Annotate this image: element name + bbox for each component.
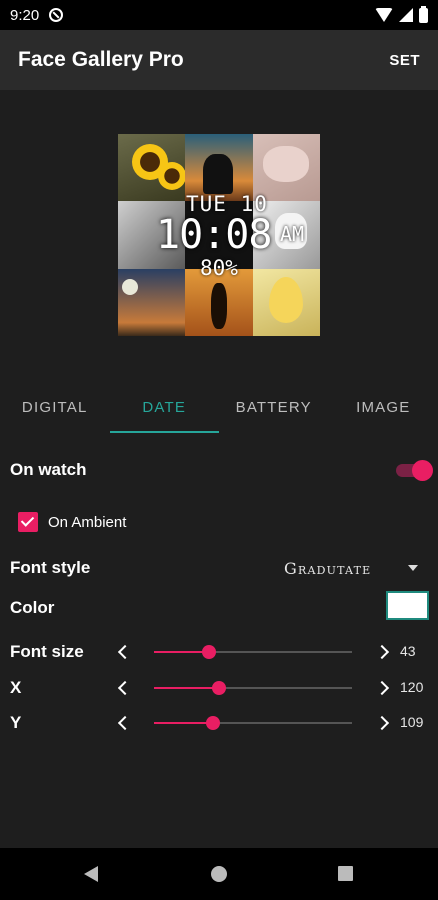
slider-fill [154, 687, 220, 689]
photo-tile [118, 201, 186, 269]
on-ambient-checkbox[interactable] [18, 512, 38, 532]
app-title: Face Gallery Pro [18, 48, 184, 71]
slider-fill [154, 651, 210, 653]
tab-battery[interactable]: BATTERY [219, 386, 329, 434]
x-decrease-icon[interactable] [114, 673, 134, 703]
photo-tile [118, 134, 186, 202]
status-bar: 9:20 [0, 0, 438, 30]
set-button[interactable]: SET [379, 44, 420, 77]
y-increase-icon[interactable] [374, 708, 394, 738]
tab-digital[interactable]: DIGITAL [0, 386, 110, 434]
app-bar: Face Gallery Pro SET [0, 30, 438, 90]
x-row: X 120 [10, 673, 430, 703]
color-row: Color [10, 591, 430, 623]
x-increase-icon[interactable] [374, 673, 394, 703]
tab-date[interactable]: DATE [109, 386, 220, 434]
on-watch-toggle[interactable] [392, 455, 436, 485]
y-value: 109 [400, 714, 424, 730]
font-style-dropdown[interactable]: Gradutate [280, 553, 430, 583]
chevron-down-icon [408, 565, 418, 571]
do-not-disturb-icon [49, 8, 64, 22]
watch-face-preview: TUE 10 10:08 AM 80% [118, 134, 320, 336]
home-icon[interactable] [211, 866, 227, 882]
wifi-icon [375, 8, 393, 22]
photo-tile [185, 268, 253, 336]
y-decrease-icon[interactable] [114, 708, 134, 738]
couple-silhouette-image [203, 154, 234, 194]
sunflower-image [158, 162, 186, 190]
battery-icon [419, 5, 428, 23]
color-label: Color [10, 598, 55, 617]
photo-tile [185, 134, 253, 202]
photo-tile [252, 134, 320, 202]
photo-tile [252, 201, 320, 269]
y-row: Y 109 [10, 708, 430, 738]
toggle-thumb [412, 460, 433, 481]
slider-thumb[interactable] [212, 681, 227, 695]
x-label: X [10, 678, 22, 697]
font-size-decrease-icon[interactable] [114, 637, 134, 667]
slider-thumb[interactable] [206, 716, 221, 730]
slider-thumb[interactable] [202, 645, 217, 659]
moon-image [122, 278, 138, 295]
baby-image [262, 146, 309, 182]
font-size-label: Font size [10, 642, 84, 661]
font-style-label: Font style [10, 558, 91, 577]
x-slider[interactable] [154, 673, 352, 703]
signal-icon [399, 8, 413, 22]
font-size-slider[interactable] [154, 637, 352, 667]
font-size-value: 43 [400, 643, 416, 659]
tab-image[interactable]: IMAGE [329, 386, 438, 434]
y-slider[interactable] [154, 708, 352, 738]
cat-image [274, 213, 307, 250]
photo-tile [185, 201, 253, 269]
color-swatch[interactable] [386, 591, 429, 620]
navigation-bar [0, 848, 438, 900]
on-watch-row: On watch [10, 455, 433, 485]
status-time: 9:20 [10, 6, 40, 24]
y-label: Y [10, 713, 22, 732]
settings-tabs: DIGITAL DATE BATTERY IMAGE [0, 386, 438, 434]
status-icons [375, 5, 428, 23]
on-ambient-row: On Ambient [10, 507, 430, 537]
on-watch-label: On watch [10, 460, 87, 479]
font-size-row: Font size 43 [10, 637, 430, 667]
slider-fill [154, 722, 214, 724]
runner-silhouette-image [211, 282, 228, 329]
font-size-increase-icon[interactable] [374, 637, 394, 667]
on-ambient-label: On Ambient [48, 513, 127, 531]
photo-tile [252, 268, 320, 336]
font-style-row: Font style Gradutate [10, 553, 430, 583]
x-value: 120 [400, 679, 424, 695]
font-style-value: Gradutate [284, 558, 372, 578]
photo-tile [118, 268, 186, 336]
leaf-image [268, 276, 303, 323]
recents-icon[interactable] [338, 866, 353, 881]
back-icon[interactable] [84, 866, 98, 882]
